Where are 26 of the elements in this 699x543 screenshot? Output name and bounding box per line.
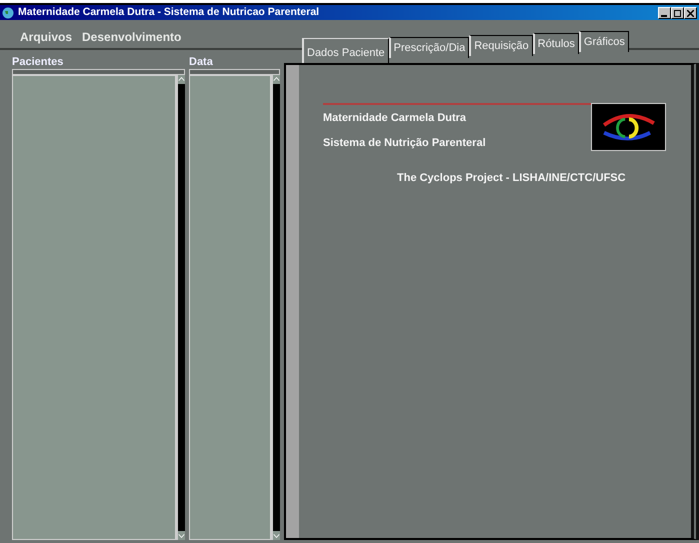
menu-item[interactable]: Arquivos bbox=[20, 28, 72, 46]
scroll-down-icon[interactable] bbox=[178, 531, 185, 540]
eye-logo-icon bbox=[591, 103, 666, 151]
tab[interactable]: Dados Paciente bbox=[302, 38, 389, 63]
tab[interactable]: Gráficos bbox=[578, 30, 629, 52]
tab[interactable]: Requisição bbox=[469, 34, 533, 56]
close-button[interactable] bbox=[684, 6, 697, 18]
scroll-up-icon[interactable] bbox=[273, 75, 280, 84]
maximize-button[interactable] bbox=[671, 6, 684, 18]
globe-icon bbox=[2, 6, 14, 18]
maximize-icon bbox=[674, 10, 681, 17]
list-label: Pacientes bbox=[12, 56, 64, 69]
minimize-button[interactable] bbox=[658, 6, 671, 18]
system-name: Sistema de Nutrição Parenteral bbox=[323, 136, 487, 150]
menu-item[interactable]: Desenvolvimento bbox=[82, 28, 182, 46]
tab[interactable]: Prescrição/Dia bbox=[388, 36, 470, 58]
close-icon bbox=[687, 10, 694, 17]
window-title: Maternidade Carmela Dutra - Sistema de Nutricao Parenteral bbox=[18, 4, 320, 20]
credit-text: The Cyclops Project - LISHA/INE/CTC/UFSC bbox=[397, 172, 626, 184]
hospital-name: Maternidade Carmela Dutra bbox=[323, 111, 468, 126]
scrollbar[interactable] bbox=[271, 75, 280, 540]
scroll-up-icon[interactable] bbox=[178, 75, 185, 84]
list-label: Data bbox=[189, 56, 214, 69]
scroll-down-icon[interactable] bbox=[273, 531, 280, 540]
tab[interactable]: Rótulos bbox=[532, 32, 579, 54]
scrollbar[interactable] bbox=[176, 75, 185, 540]
